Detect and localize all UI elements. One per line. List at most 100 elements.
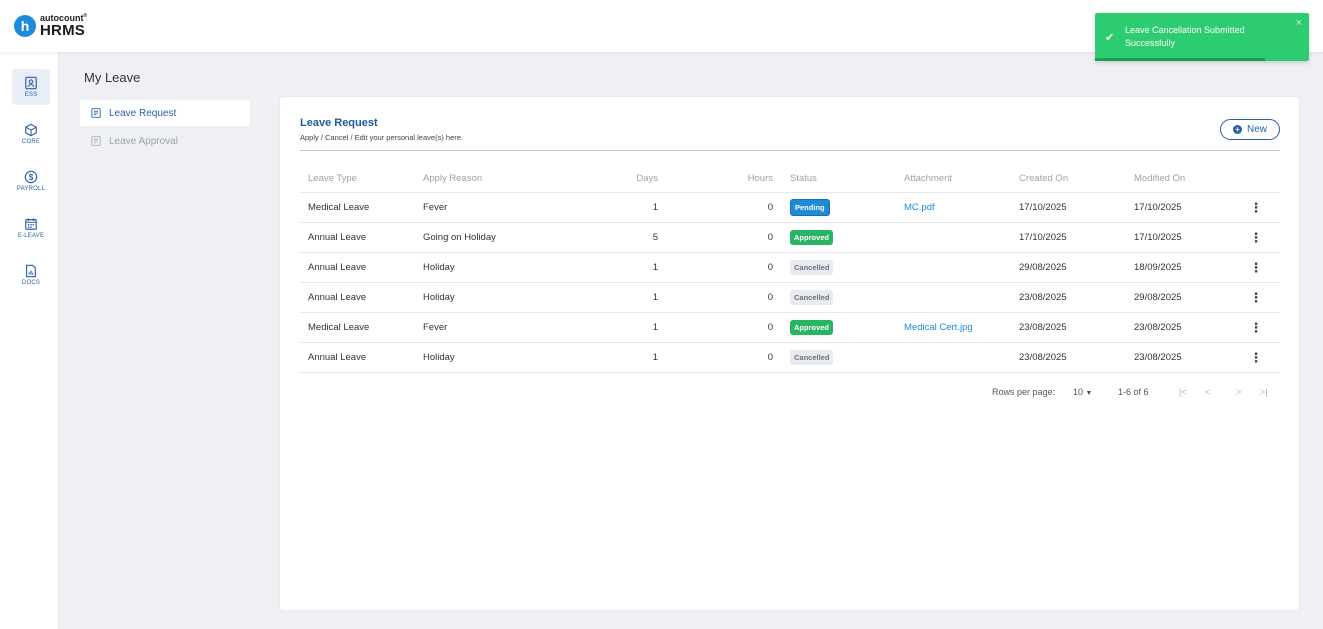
divider	[300, 150, 1280, 151]
close-icon[interactable]: ×	[1296, 17, 1302, 29]
status-badge: Pending	[790, 199, 830, 216]
sidebar-item-docs[interactable]: DOCS	[12, 257, 50, 293]
cell-days: 1	[652, 202, 658, 213]
table-row[interactable]: Annual Leave Holiday 1 0 Cancelled 29/08…	[300, 253, 1280, 283]
logo-product: HRMS	[40, 22, 85, 39]
new-button-label: New	[1246, 124, 1267, 135]
prev-page-button[interactable]: <	[1205, 387, 1210, 397]
last-page-button[interactable]: >|	[1260, 387, 1268, 397]
subnav-item-leave-request[interactable]: Leave Request	[80, 100, 250, 126]
card-subtitle: Apply / Cancel / Edit your personal leav…	[300, 133, 463, 142]
table-row[interactable]: Medical Leave Fever 1 0 Approved Medical…	[300, 313, 1280, 343]
person-card-icon	[25, 76, 37, 90]
sidebar-item-payroll[interactable]: $ PAYROLL	[12, 163, 50, 199]
caret-down-icon: ▼	[1085, 390, 1093, 397]
sidebar-label-payroll: PAYROLL	[16, 186, 46, 192]
cell-created-on: 29/08/2025	[1019, 262, 1067, 273]
subnav-label: Leave Request	[109, 107, 177, 119]
attachment-link[interactable]: Medical Cert.jpg	[904, 313, 973, 342]
calendar-icon	[25, 218, 37, 230]
row-menu-icon[interactable]: ⋮	[1248, 343, 1264, 372]
success-toast: ✔ Leave Cancellation Submitted Successfu…	[1095, 13, 1309, 61]
card-title: Leave Request	[300, 117, 378, 129]
rows-per-page-select[interactable]: 10 ▼	[1073, 387, 1092, 397]
row-menu-icon[interactable]: ⋮	[1248, 253, 1264, 282]
cell-created-on: 23/08/2025	[1019, 292, 1067, 303]
page-range: 1-6 of 6	[1118, 387, 1149, 397]
form-icon	[91, 108, 101, 118]
next-page-button[interactable]: >	[1236, 387, 1241, 397]
cell-apply-reason: Fever	[423, 202, 448, 213]
cell-hours: 0	[767, 202, 773, 213]
cell-hours: 0	[767, 232, 773, 243]
row-menu-icon[interactable]: ⋮	[1248, 193, 1264, 222]
column-header-hours[interactable]: Hours	[720, 165, 773, 192]
cell-modified-on: 17/10/2025	[1134, 202, 1182, 213]
column-header-apply-reason[interactable]: Apply Reason	[423, 165, 482, 192]
cell-modified-on: 23/08/2025	[1134, 322, 1182, 333]
status-badge: Approved	[790, 320, 834, 335]
row-menu-icon[interactable]: ⋮	[1248, 313, 1264, 342]
attachment-link[interactable]: MC.pdf	[904, 193, 935, 222]
sidebar-item-ess[interactable]: ESS	[12, 69, 50, 105]
cell-modified-on: 18/09/2025	[1134, 262, 1182, 273]
table-row[interactable]: Annual Leave Going on Holiday 5 0 Approv…	[300, 223, 1280, 253]
cell-days: 1	[652, 262, 658, 273]
leave-request-card: Leave Request Apply / Cancel / Edit your…	[279, 96, 1300, 611]
row-menu-icon[interactable]: ⋮	[1248, 283, 1264, 312]
rows-per-page-label: Rows per page:	[992, 387, 1056, 397]
status-badge: Cancelled	[790, 350, 834, 365]
cell-created-on: 17/10/2025	[1019, 202, 1067, 213]
logo-mark: h	[14, 15, 36, 37]
cell-days: 1	[652, 292, 658, 303]
main-sidebar: ESS CORE $ PAYROLL E-LEAVE DOCS	[0, 52, 59, 629]
cell-modified-on: 29/08/2025	[1134, 292, 1182, 303]
sidebar-label-ess: ESS	[24, 92, 38, 98]
sidebar-label-core: CORE	[21, 139, 41, 145]
toast-message: Leave Cancellation Submitted Successfull…	[1125, 25, 1245, 48]
subnav-label: Leave Approval	[109, 135, 178, 147]
status-badge: Cancelled	[790, 260, 834, 275]
first-page-button[interactable]: |<	[1179, 387, 1187, 397]
row-menu-icon[interactable]: ⋮	[1248, 223, 1264, 252]
plus-circle-icon: +	[1232, 125, 1242, 134]
sidebar-item-core[interactable]: CORE	[12, 116, 50, 152]
table-row[interactable]: Medical Leave Fever 1 0 Pending MC.pdf 1…	[300, 193, 1280, 223]
subnav-item-leave-approval[interactable]: Leave Approval	[80, 128, 250, 154]
check-icon: ✔	[1105, 32, 1115, 44]
cell-leave-type: Annual Leave	[308, 292, 367, 303]
new-leave-button[interactable]: + New	[1220, 119, 1280, 140]
cell-hours: 0	[767, 352, 773, 363]
sidebar-item-e-leave[interactable]: E-LEAVE	[12, 210, 50, 246]
cell-leave-type: Annual Leave	[308, 262, 367, 273]
cell-days: 1	[652, 322, 658, 333]
table-row[interactable]: Annual Leave Holiday 1 0 Cancelled 23/08…	[300, 343, 1280, 373]
cell-apply-reason: Fever	[423, 322, 448, 333]
status-badge: Cancelled	[790, 290, 834, 305]
cube-icon	[25, 123, 37, 137]
cell-created-on: 17/10/2025	[1019, 232, 1067, 243]
cell-hours: 0	[767, 292, 773, 303]
column-header-modified-on[interactable]: Modified On	[1134, 165, 1185, 192]
app-logo[interactable]: h autocount® HRMS	[14, 14, 87, 38]
cell-apply-reason: Holiday	[423, 292, 455, 303]
toast-progress-bar	[1095, 58, 1265, 61]
pagination: Rows per page: 10 ▼ 1-6 of 6 |< < > >|	[992, 387, 1282, 401]
leave-table: Leave Type Apply Reason Days Hours Statu…	[300, 165, 1280, 373]
cell-leave-type: Annual Leave	[308, 352, 367, 363]
cell-created-on: 23/08/2025	[1019, 352, 1067, 363]
cell-leave-type: Medical Leave	[308, 202, 370, 213]
cell-hours: 0	[767, 322, 773, 333]
column-header-attachment[interactable]: Attachment	[904, 165, 952, 192]
sidebar-label-docs: DOCS	[21, 280, 41, 286]
form-icon	[91, 136, 101, 146]
document-chart-icon	[26, 264, 36, 278]
dollar-circle-icon: $	[24, 170, 38, 184]
table-row[interactable]: Annual Leave Holiday 1 0 Cancelled 23/08…	[300, 283, 1280, 313]
cell-apply-reason: Holiday	[423, 352, 455, 363]
column-header-leave-type[interactable]: Leave Type	[308, 165, 357, 192]
column-header-created-on[interactable]: Created On	[1019, 165, 1068, 192]
column-header-days[interactable]: Days	[600, 165, 658, 192]
status-badge: Approved	[790, 230, 834, 245]
column-header-status[interactable]: Status	[790, 165, 817, 192]
